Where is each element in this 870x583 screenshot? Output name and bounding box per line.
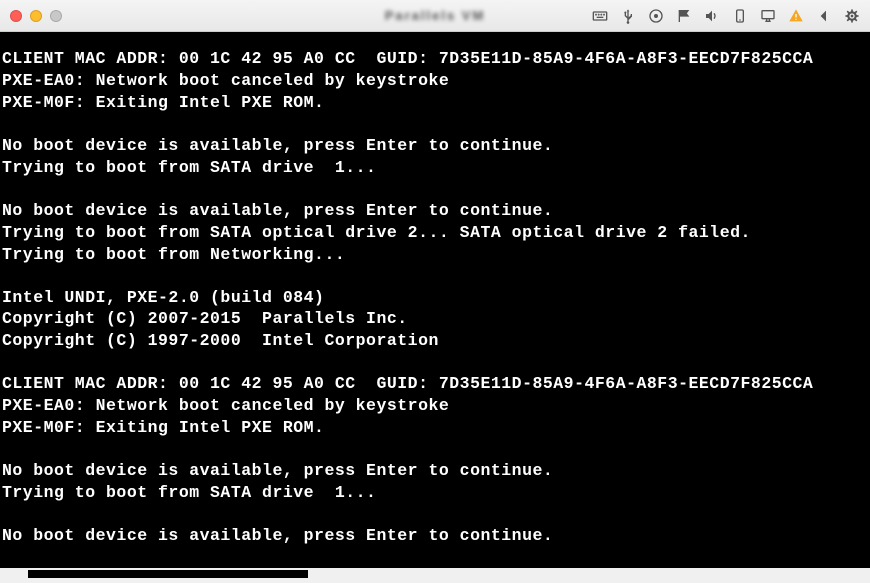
- terminal-line: Trying to boot from Networking...: [2, 244, 868, 266]
- terminal-line: No boot device is available, press Enter…: [2, 200, 868, 222]
- terminal-line: [2, 504, 868, 525]
- network-flag-icon[interactable]: [676, 8, 692, 24]
- close-button[interactable]: [10, 10, 22, 22]
- keyboard-icon[interactable]: [592, 8, 608, 24]
- terminal-line: CLIENT MAC ADDR: 00 1C 42 95 A0 CC GUID:…: [2, 373, 868, 395]
- terminal-line: Copyright (C) 2007-2015 Parallels Inc.: [2, 308, 868, 330]
- terminal-line: PXE-M0F: Exiting Intel PXE ROM.: [2, 417, 868, 439]
- device-icon[interactable]: [732, 8, 748, 24]
- terminal-line: Intel UNDI, PXE-2.0 (build 084): [2, 287, 868, 309]
- sound-icon[interactable]: [704, 8, 720, 24]
- terminal-line: No boot device is available, press Enter…: [2, 460, 868, 482]
- terminal-line: Copyright (C) 1997-2000 Intel Corporatio…: [2, 330, 868, 352]
- terminal-line: PXE-EA0: Network boot canceled by keystr…: [2, 70, 868, 92]
- display-icon[interactable]: [760, 8, 776, 24]
- terminal-line: No boot device is available, press Enter…: [2, 525, 868, 547]
- terminal-line: Trying to boot from SATA drive 1...: [2, 157, 868, 179]
- usb-icon[interactable]: [620, 8, 636, 24]
- settings-icon[interactable]: [844, 8, 860, 24]
- window-titlebar: Parallels VM: [0, 0, 870, 32]
- terminal-line: [2, 266, 868, 287]
- terminal-output[interactable]: CLIENT MAC ADDR: 00 1C 42 95 A0 CC GUID:…: [0, 32, 870, 568]
- terminal-line: [2, 439, 868, 460]
- terminal-line: [2, 114, 868, 135]
- window-title: Parallels VM: [385, 8, 486, 23]
- menubar-icons: [592, 8, 860, 24]
- terminal-line: PXE-M0F: Exiting Intel PXE ROM.: [2, 92, 868, 114]
- terminal-line: CLIENT MAC ADDR: 00 1C 42 95 A0 CC GUID:…: [2, 48, 868, 70]
- disc-icon[interactable]: [648, 8, 664, 24]
- warning-icon[interactable]: [788, 8, 804, 24]
- terminal-line: [2, 179, 868, 200]
- traffic-lights: [10, 10, 62, 22]
- terminal-line: No boot device is available, press Enter…: [2, 135, 868, 157]
- partial-content: [28, 570, 308, 578]
- terminal-line: [2, 352, 868, 373]
- back-icon[interactable]: [816, 8, 832, 24]
- maximize-button[interactable]: [50, 10, 62, 22]
- minimize-button[interactable]: [30, 10, 42, 22]
- bottom-strip: [0, 568, 870, 583]
- terminal-line: Trying to boot from SATA drive 1...: [2, 482, 868, 504]
- terminal-line: PXE-EA0: Network boot canceled by keystr…: [2, 395, 868, 417]
- terminal-line: Trying to boot from SATA optical drive 2…: [2, 222, 868, 244]
